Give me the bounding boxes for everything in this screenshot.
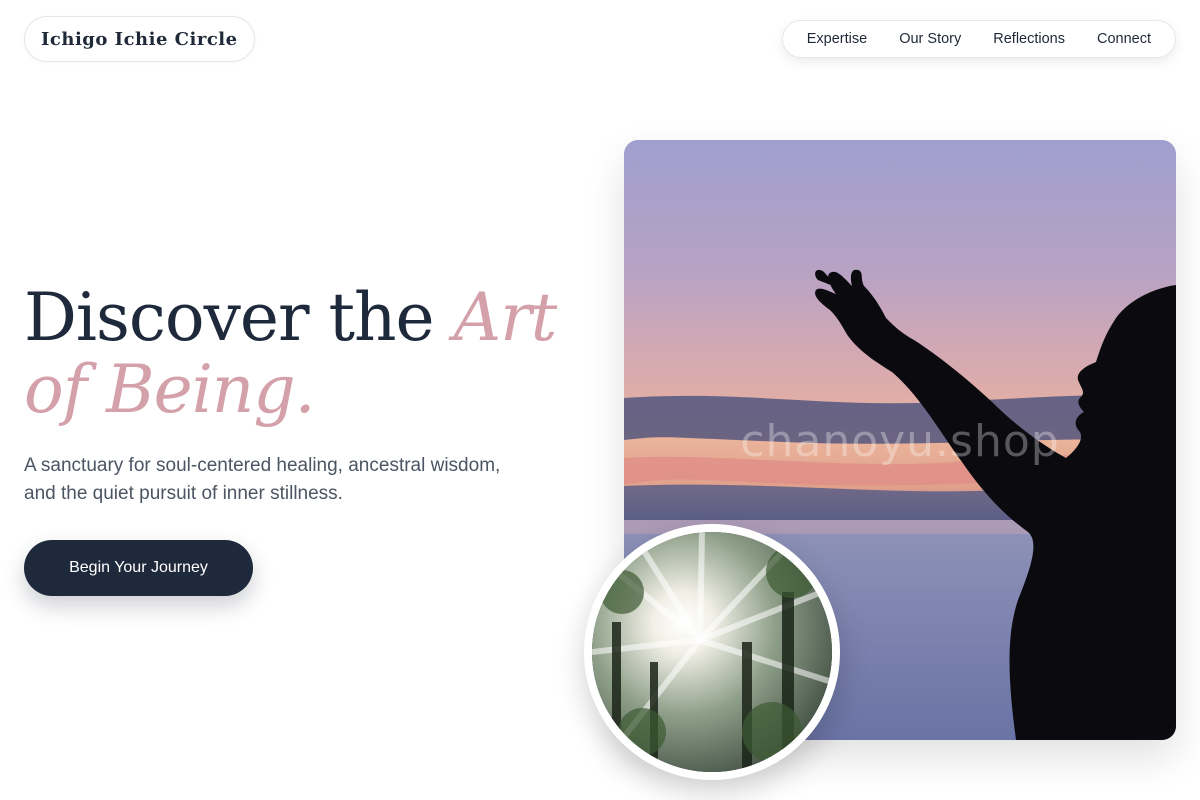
nav-item-reflections[interactable]: Reflections [977,20,1081,58]
forest-light-rays-photo [584,524,840,780]
photo-watermark: chanoyu.shop [740,416,1060,467]
main-nav: Expertise Our Story Reflections Connect [781,20,1176,58]
hero-title-main: Discover the [24,279,454,356]
page: Ichigo Ichie Circle Expertise Our Story … [0,0,1200,800]
begin-journey-button[interactable]: Begin Your Journey [24,540,253,596]
hero-subtitle: A sanctuary for soul-centered healing, a… [24,455,501,504]
nav-item-connect[interactable]: Connect [1081,20,1167,58]
brand-logo[interactable]: Ichigo Ichie Circle [24,16,255,62]
hero-title: Discover the Art of Being. [24,282,584,426]
brand-name: Ichigo Ichie Circle [41,28,238,50]
nav-item-expertise[interactable]: Expertise [791,20,883,58]
nav-item-our-story[interactable]: Our Story [883,20,977,58]
forest-sunbeam-image [592,532,832,772]
